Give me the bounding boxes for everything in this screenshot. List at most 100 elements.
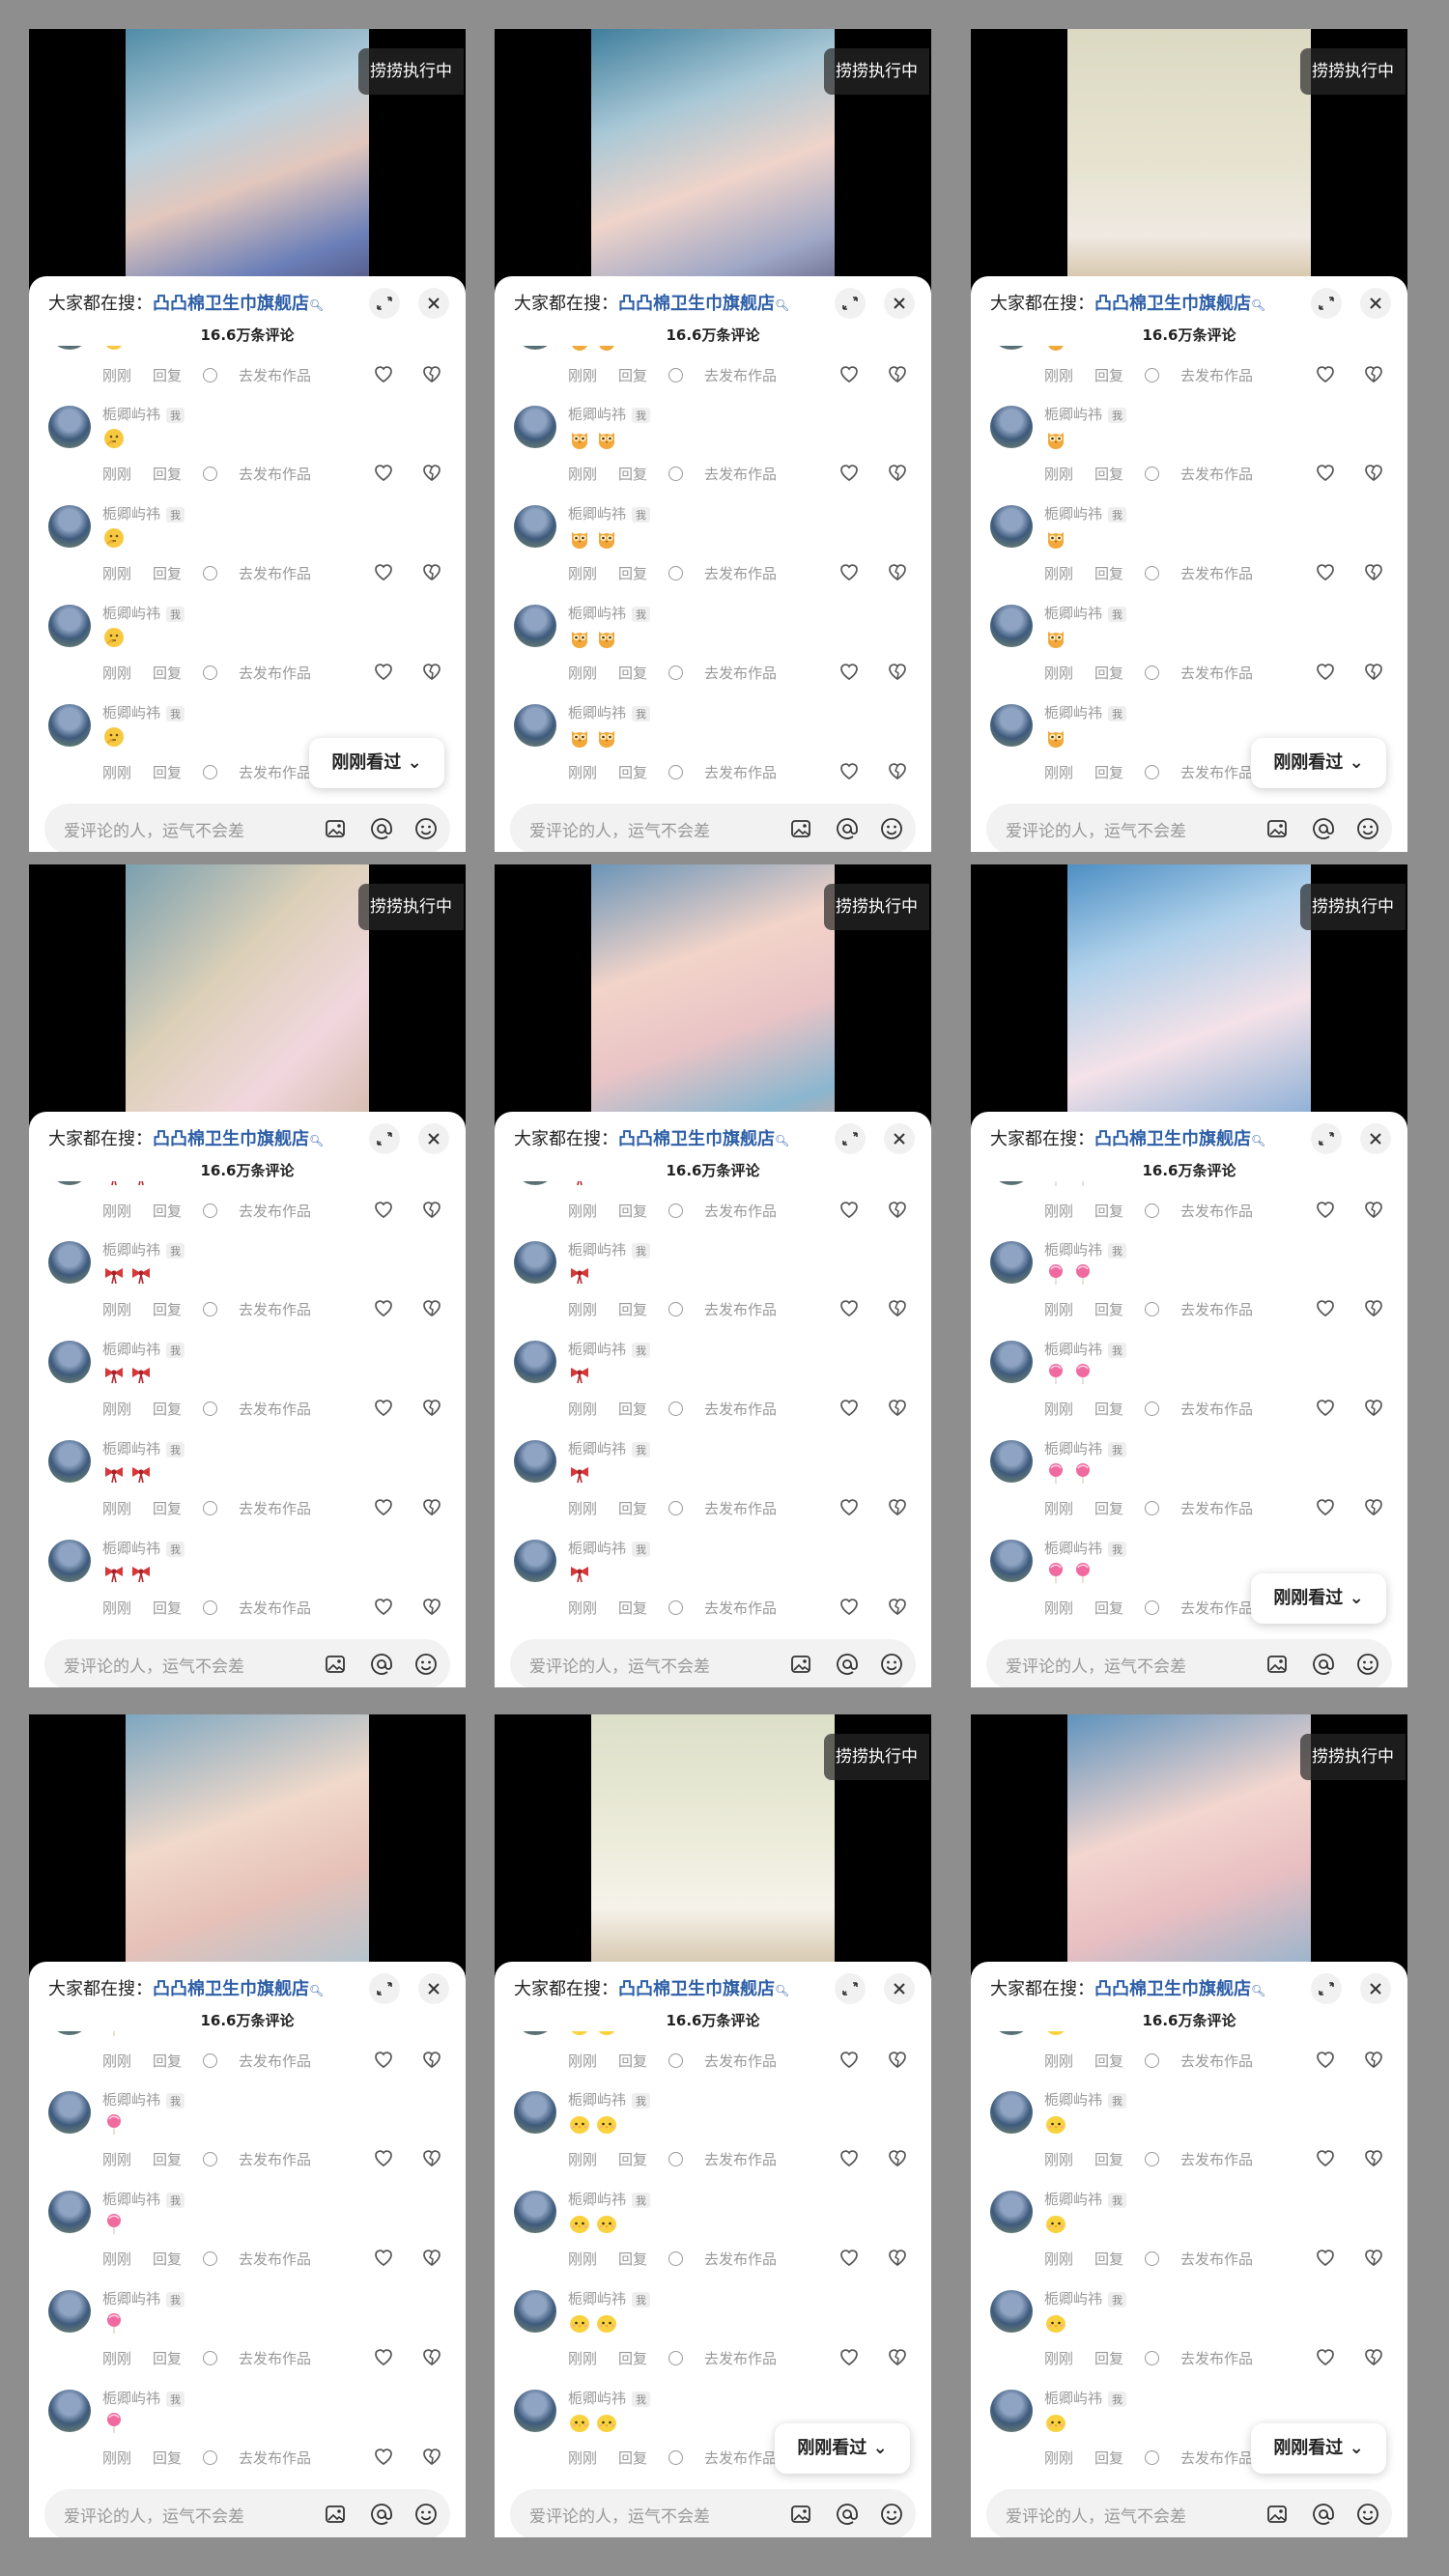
avatar[interactable] bbox=[48, 1181, 91, 1185]
image-icon[interactable] bbox=[323, 816, 348, 841]
avatar[interactable] bbox=[990, 1440, 1033, 1483]
reply-button[interactable]: 回复 bbox=[1094, 1203, 1123, 1220]
heart-icon[interactable] bbox=[1313, 559, 1338, 584]
avatar[interactable] bbox=[514, 704, 556, 747]
avatar[interactable] bbox=[514, 605, 556, 647]
comment-username[interactable]: 栀卿屿祎我 bbox=[568, 2288, 651, 2308]
comment-input[interactable]: 爱评论的人，运气不会差 bbox=[986, 804, 1392, 852]
reply-button[interactable]: 回复 bbox=[153, 565, 182, 582]
avatar[interactable] bbox=[514, 1181, 556, 1185]
comment-input[interactable]: 爱评论的人，运气不会差 bbox=[986, 2489, 1392, 2537]
comment-username[interactable]: 栀卿屿祎我 bbox=[102, 503, 185, 524]
comment-input[interactable]: 爱评论的人，运气不会差 bbox=[986, 1639, 1392, 1687]
reply-button[interactable]: 回复 bbox=[1094, 466, 1123, 483]
comment-username[interactable]: 栀卿屿祎我 bbox=[568, 603, 651, 623]
comment-username[interactable]: 栀卿屿祎我 bbox=[102, 2089, 185, 2109]
comment-username[interactable]: 栀卿屿祎我 bbox=[1044, 503, 1127, 524]
reply-button[interactable]: 回复 bbox=[153, 1401, 182, 1418]
dislike-icon[interactable] bbox=[1361, 1494, 1386, 1519]
reply-button[interactable]: 回复 bbox=[618, 2052, 647, 2070]
avatar[interactable] bbox=[48, 406, 91, 448]
emoji-icon[interactable] bbox=[413, 816, 439, 841]
at-icon[interactable] bbox=[835, 2502, 860, 2527]
emoji-icon[interactable] bbox=[1355, 1652, 1380, 1677]
expand-button[interactable] bbox=[369, 288, 400, 319]
at-icon[interactable] bbox=[1311, 1652, 1336, 1677]
search-keyword[interactable]: 凸凸棉卫生巾旗舰店 bbox=[153, 294, 309, 314]
close-button[interactable] bbox=[418, 1973, 449, 2004]
dislike-icon[interactable] bbox=[885, 1197, 910, 1222]
dislike-icon[interactable] bbox=[885, 1494, 910, 1519]
publish-link[interactable]: 去发布作品 bbox=[203, 1399, 332, 1419]
search-suggestion[interactable]: 大家都在搜：凸凸棉卫生巾旗舰店🔍︎ bbox=[48, 1975, 324, 2000]
heart-icon[interactable] bbox=[1313, 361, 1338, 386]
heart-icon[interactable] bbox=[837, 758, 862, 783]
avatar[interactable] bbox=[48, 605, 91, 647]
image-icon[interactable] bbox=[1264, 2502, 1290, 2527]
publish-link[interactable]: 去发布作品 bbox=[668, 2249, 798, 2269]
publish-link[interactable]: 去发布作品 bbox=[1145, 1201, 1274, 1221]
publish-link[interactable]: 去发布作品 bbox=[1145, 563, 1274, 583]
heart-icon[interactable] bbox=[837, 2344, 862, 2369]
comment-username[interactable]: 栀卿屿祎我 bbox=[568, 2189, 651, 2209]
comment-list[interactable]: 栀卿屿祎我 刚刚回复去发布作品 栀卿屿祎我 刚刚回复去发布作品 栀卿屿祎我 刚刚… bbox=[495, 1181, 931, 1641]
comment-username[interactable]: 栀卿屿祎我 bbox=[102, 603, 185, 623]
avatar[interactable] bbox=[48, 2031, 91, 2035]
search-suggestion[interactable]: 大家都在搜：凸凸棉卫生巾旗舰店🔍︎ bbox=[990, 1975, 1265, 2000]
heart-icon[interactable] bbox=[837, 559, 862, 584]
heart-icon[interactable] bbox=[371, 659, 396, 684]
comment-username[interactable]: 栀卿屿祎我 bbox=[1044, 1239, 1127, 1260]
comment-username[interactable]: 栀卿屿祎我 bbox=[568, 1239, 651, 1260]
dislike-icon[interactable] bbox=[885, 2344, 910, 2369]
comment-username[interactable]: 栀卿屿祎我 bbox=[102, 2388, 185, 2408]
dislike-icon[interactable] bbox=[885, 659, 910, 684]
heart-icon[interactable] bbox=[1313, 2245, 1338, 2270]
expand-button[interactable] bbox=[835, 288, 866, 319]
reply-button[interactable]: 回复 bbox=[153, 2250, 182, 2268]
avatar[interactable] bbox=[990, 406, 1033, 448]
dislike-icon[interactable] bbox=[1361, 2245, 1386, 2270]
reply-button[interactable]: 回复 bbox=[618, 1301, 647, 1318]
heart-icon[interactable] bbox=[837, 460, 862, 485]
heart-icon[interactable] bbox=[837, 1395, 862, 1420]
comment-username[interactable]: 栀卿屿祎我 bbox=[102, 1538, 185, 1558]
recently-viewed-button[interactable]: 刚刚看过 ⌄ bbox=[1251, 1573, 1386, 1624]
reply-button[interactable]: 回复 bbox=[153, 1203, 182, 1220]
reply-button[interactable]: 回复 bbox=[1094, 367, 1123, 384]
comment-username[interactable]: 栀卿屿祎我 bbox=[102, 1438, 185, 1458]
comment-username[interactable]: 栀卿屿祎我 bbox=[1044, 603, 1127, 623]
close-button[interactable] bbox=[1360, 1123, 1391, 1154]
image-icon[interactable] bbox=[1264, 1652, 1290, 1677]
comment-username[interactable]: 栀卿屿祎我 bbox=[568, 1438, 651, 1458]
comment-input[interactable]: 爱评论的人，运气不会差 bbox=[44, 804, 450, 852]
publish-link[interactable]: 去发布作品 bbox=[1145, 1299, 1274, 1319]
publish-link[interactable]: 去发布作品 bbox=[203, 365, 332, 385]
comment-list[interactable]: 栀卿屿祎我 刚刚回复去发布作品 栀卿屿祎我 刚刚回复去发布作品 栀卿屿祎我 刚刚… bbox=[29, 1181, 466, 1641]
comment-username[interactable]: 栀卿屿祎我 bbox=[568, 404, 651, 424]
search-suggestion[interactable]: 大家都在搜：凸凸棉卫生巾旗舰店🔍︎ bbox=[48, 1125, 324, 1150]
search-keyword[interactable]: 凸凸棉卫生巾旗舰店 bbox=[153, 1979, 309, 1999]
avatar[interactable] bbox=[990, 346, 1033, 350]
publish-link[interactable]: 去发布作品 bbox=[668, 2348, 798, 2368]
publish-link[interactable]: 去发布作品 bbox=[203, 2448, 332, 2468]
reply-button[interactable]: 回复 bbox=[618, 2151, 647, 2168]
reply-button[interactable]: 回复 bbox=[618, 665, 647, 682]
at-icon[interactable] bbox=[1311, 2502, 1336, 2527]
avatar[interactable] bbox=[48, 2290, 91, 2333]
close-button[interactable] bbox=[1360, 288, 1391, 319]
comment-username[interactable]: 栀卿屿祎我 bbox=[1044, 404, 1127, 424]
comment-username[interactable]: 栀卿屿祎我 bbox=[102, 1239, 185, 1260]
search-suggestion[interactable]: 大家都在搜：凸凸棉卫生巾旗舰店🔍︎ bbox=[48, 290, 324, 315]
comment-username[interactable]: 栀卿屿祎我 bbox=[1044, 2388, 1127, 2408]
heart-icon[interactable] bbox=[371, 559, 396, 584]
publish-link[interactable]: 去发布作品 bbox=[203, 2051, 332, 2071]
search-keyword[interactable]: 凸凸棉卫生巾旗舰店 bbox=[618, 1979, 775, 1999]
publish-link[interactable]: 去发布作品 bbox=[668, 2149, 798, 2169]
publish-link[interactable]: 去发布作品 bbox=[203, 1201, 332, 1221]
reply-button[interactable]: 回复 bbox=[153, 2052, 182, 2070]
comment-username[interactable]: 栀卿屿祎我 bbox=[102, 404, 185, 424]
dislike-icon[interactable] bbox=[1361, 559, 1386, 584]
dislike-icon[interactable] bbox=[885, 460, 910, 485]
recently-viewed-button[interactable]: 刚刚看过 ⌄ bbox=[775, 2423, 910, 2474]
heart-icon[interactable] bbox=[371, 1197, 396, 1222]
